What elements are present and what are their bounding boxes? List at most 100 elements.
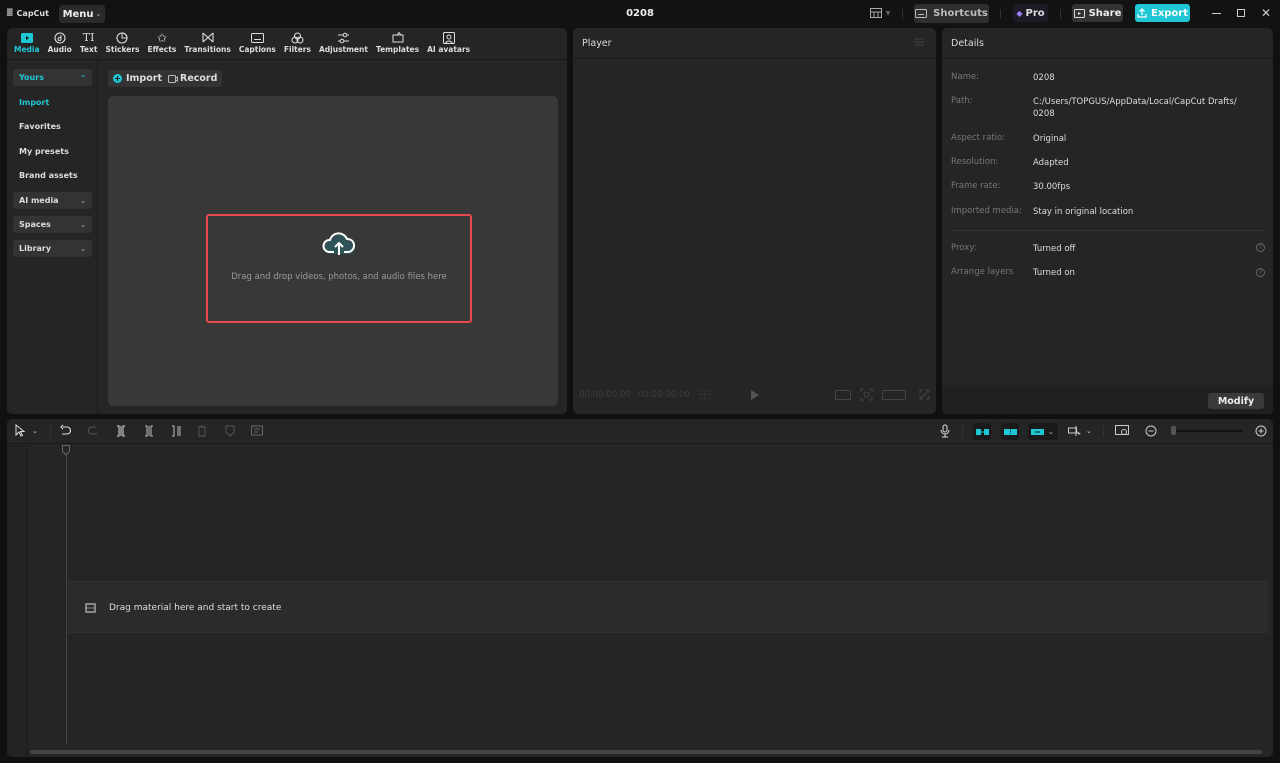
- app-logo: ≣ CapCut: [6, 8, 49, 18]
- maximize-button[interactable]: [1237, 9, 1245, 17]
- detail-value-imported-media: Stay in original location: [1033, 207, 1134, 217]
- media-sidebar: Yours ⌃ Import Favorites My presets Bran…: [7, 60, 98, 414]
- close-button[interactable]: ✕: [1261, 6, 1271, 20]
- shortcuts-button[interactable]: Shortcuts: [914, 4, 989, 23]
- import-label: Import: [126, 73, 162, 84]
- tab-stickers[interactable]: Stickers: [101, 28, 143, 58]
- detail-value-path: C:/Users/TOPGUS/AppData/Local/CapCut Dra…: [1033, 97, 1237, 107]
- detail-value-aspect-ratio: Original: [1033, 134, 1067, 144]
- delete-icon[interactable]: [197, 424, 207, 438]
- sidebar-item-my-presets[interactable]: My presets: [19, 147, 69, 156]
- help-icon[interactable]: ?: [1256, 243, 1265, 252]
- timeline-drop-text: Drag material here and start to create: [109, 603, 282, 613]
- tab-adjustment[interactable]: Adjustment: [315, 28, 372, 58]
- export-button[interactable]: Export: [1135, 4, 1190, 22]
- shield-icon[interactable]: [225, 424, 235, 438]
- ratio-icon[interactable]: [835, 390, 851, 400]
- microphone-icon[interactable]: [940, 424, 950, 438]
- upload-dropzone[interactable]: Drag and drop videos, photos, and audio …: [206, 214, 472, 323]
- tab-label: Adjustment: [318, 45, 368, 54]
- help-icon[interactable]: ?: [1256, 268, 1265, 277]
- pro-button[interactable]: ◆ Pro: [1013, 4, 1048, 22]
- chevron-down-icon[interactable]: ⌄: [32, 424, 38, 438]
- play-icon[interactable]: [751, 390, 759, 400]
- tab-label: Templates: [375, 45, 420, 54]
- detail-value-arrange-layers: Turned on: [1033, 268, 1075, 278]
- tab-effects[interactable]: ✩ Effects: [144, 28, 181, 58]
- captions-edit-icon[interactable]: [251, 424, 264, 438]
- zoom-in-icon[interactable]: [1255, 424, 1267, 438]
- divider: [1103, 426, 1104, 437]
- sidebar-group-ai-media[interactable]: AI media ⌄: [13, 192, 92, 209]
- split-right-icon[interactable]: [171, 424, 181, 438]
- focus-icon[interactable]: [860, 388, 873, 401]
- main-track-magnet-button[interactable]: [973, 423, 991, 440]
- sidebar-group-label: Yours: [19, 73, 44, 82]
- filters-icon: [291, 32, 304, 43]
- chevron-down-icon: ⌄: [1048, 427, 1054, 436]
- player-menu-icon[interactable]: [914, 38, 924, 46]
- keyboard-icon: [915, 9, 928, 18]
- playhead-line[interactable]: [66, 455, 67, 745]
- share-button[interactable]: Share: [1072, 4, 1123, 22]
- effects-icon: ✩: [156, 30, 167, 45]
- modify-button[interactable]: Modify: [1208, 393, 1264, 409]
- menu-button[interactable]: Menu ⌄: [59, 5, 105, 23]
- zoom-slider-handle[interactable]: [1171, 426, 1176, 435]
- undo-icon[interactable]: [60, 424, 71, 438]
- thumbnail-preview-icon[interactable]: [1115, 424, 1129, 438]
- zoom-slider-track[interactable]: [1173, 430, 1243, 432]
- tab-label: Transitions: [184, 45, 231, 54]
- dropzone-text: Drag and drop videos, photos, and audio …: [231, 272, 447, 282]
- split-icon[interactable]: [116, 424, 126, 438]
- sidebar-group-spaces[interactable]: Spaces ⌄: [13, 216, 92, 233]
- timeline-scrollbar[interactable]: [30, 750, 1262, 754]
- player-title: Player: [582, 38, 612, 49]
- tab-templates[interactable]: Templates: [372, 28, 423, 58]
- cloud-upload-icon: [322, 232, 355, 255]
- divider: [1060, 9, 1061, 19]
- sidebar-item-import[interactable]: Import: [19, 98, 49, 107]
- zoom-out-icon[interactable]: [1145, 424, 1157, 438]
- divider: [1000, 9, 1001, 19]
- sidebar-item-brand-assets[interactable]: Brand assets: [19, 171, 78, 180]
- preview-axis-icon[interactable]: [1068, 424, 1082, 438]
- timecode-grid-icon[interactable]: [699, 390, 711, 399]
- aspect-ratio-button[interactable]: [882, 390, 906, 400]
- split-left-icon[interactable]: [144, 424, 154, 438]
- auto-snap-button[interactable]: [1001, 423, 1019, 440]
- detail-value-resolution: Adapted: [1033, 158, 1069, 168]
- import-button[interactable]: + Import: [108, 70, 167, 87]
- fullscreen-icon[interactable]: [919, 389, 930, 400]
- sidebar-item-favorites[interactable]: Favorites: [19, 122, 61, 131]
- tab-text[interactable]: TI Text: [76, 28, 102, 58]
- divider: [942, 58, 1273, 59]
- detail-label: Aspect ratio:: [951, 133, 1006, 143]
- tab-captions[interactable]: Captions: [235, 28, 280, 58]
- divider: [962, 426, 963, 437]
- media-toolbar: Media Audio TI Text Stickers ✩ Effects T…: [7, 28, 567, 58]
- tab-label: Text: [79, 45, 98, 54]
- detail-label: Path:: [951, 96, 973, 106]
- tab-audio[interactable]: Audio: [44, 28, 76, 58]
- linkage-button[interactable]: ⌄: [1028, 423, 1058, 440]
- tab-label: Audio: [47, 45, 72, 54]
- sidebar-group-yours[interactable]: Yours ⌃: [13, 69, 92, 86]
- select-cursor-icon[interactable]: [15, 424, 25, 438]
- timeline-panel: ⌄ ⌄ ⌄ Drag material here and start to cr…: [7, 419, 1273, 757]
- redo-icon[interactable]: [88, 424, 99, 438]
- record-button[interactable]: Record: [163, 70, 223, 87]
- main-track-dropzone[interactable]: Drag material here and start to create: [68, 581, 1268, 633]
- tab-media[interactable]: Media: [10, 28, 44, 58]
- chevron-down-icon[interactable]: ⌄: [1086, 424, 1092, 438]
- capcut-logo-icon: ≣: [6, 8, 14, 18]
- tab-filters[interactable]: Filters: [280, 28, 315, 58]
- tab-transitions[interactable]: Transitions: [180, 28, 235, 58]
- sidebar-group-library[interactable]: Library ⌄: [13, 240, 92, 257]
- minimize-button[interactable]: [1212, 13, 1221, 14]
- export-label: Export: [1150, 7, 1189, 19]
- tab-ai-avatars[interactable]: AI avatars: [423, 28, 474, 58]
- app-name: CapCut: [16, 8, 49, 18]
- detail-value-frame-rate: 30.00fps: [1033, 182, 1071, 192]
- layout-button[interactable]: ▼: [865, 4, 895, 22]
